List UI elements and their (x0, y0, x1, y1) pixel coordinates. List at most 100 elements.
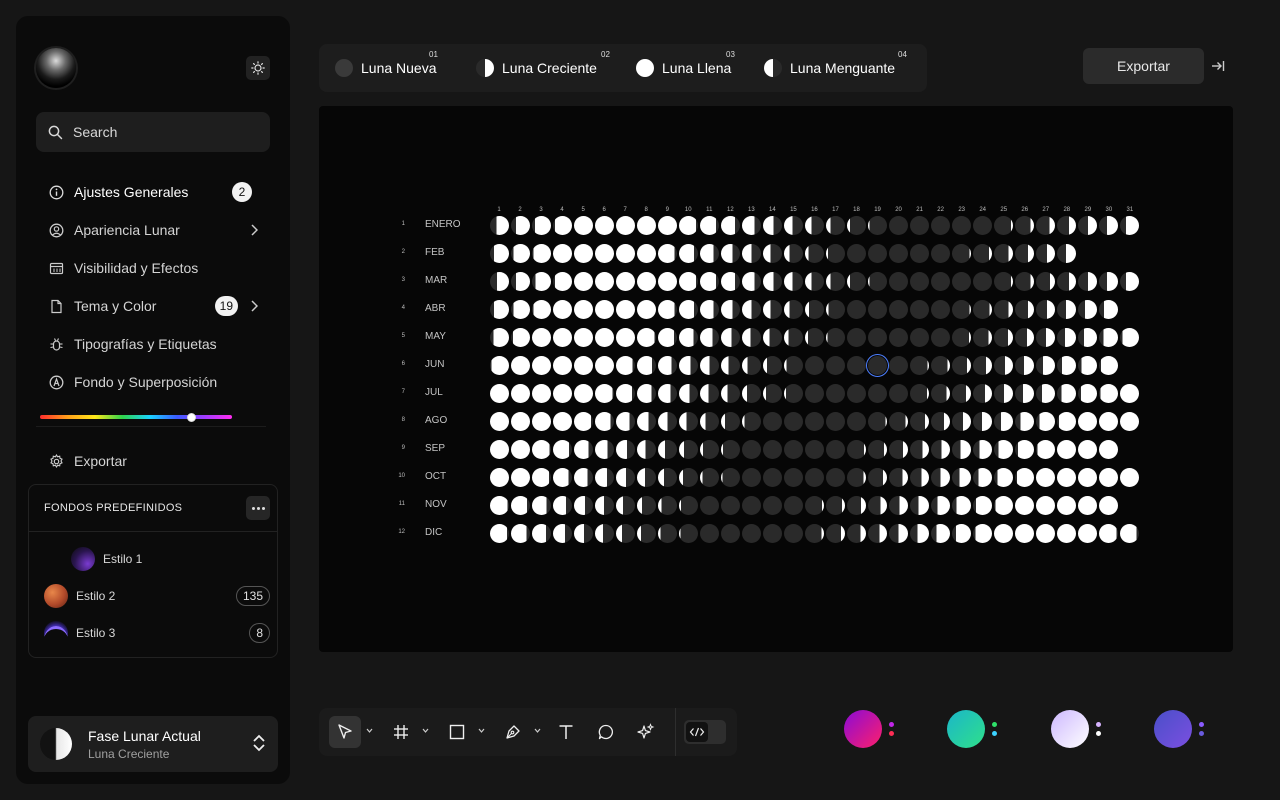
moon-phase-day[interactable] (531, 215, 551, 235)
moon-phase-day[interactable] (762, 355, 782, 375)
moon-phase-day[interactable] (825, 383, 845, 403)
moon-phase-day[interactable] (720, 355, 740, 375)
moon-phase-day[interactable] (889, 383, 909, 403)
moon-phase-day[interactable] (1120, 271, 1140, 291)
moon-phase-day[interactable] (804, 523, 824, 543)
moon-phase-day[interactable] (678, 467, 698, 487)
moon-phase-day[interactable] (699, 215, 719, 235)
moon-phase-day[interactable] (594, 383, 614, 403)
moon-phase-day[interactable] (825, 439, 845, 459)
moon-phase-day[interactable] (699, 355, 719, 375)
moon-phase-day[interactable] (720, 495, 740, 515)
moon-phase-day[interactable] (531, 271, 551, 291)
moon-phase-day[interactable] (552, 299, 572, 319)
moon-phase-day[interactable] (510, 243, 530, 263)
moon-phase-day[interactable] (1015, 523, 1035, 543)
moon-phase-day[interactable] (531, 383, 551, 403)
moon-phase-day[interactable] (699, 383, 719, 403)
moon-phase-day[interactable] (783, 439, 803, 459)
moon-phase-day[interactable] (636, 495, 656, 515)
moon-phase-day[interactable] (868, 439, 888, 459)
moon-phase-day[interactable] (636, 383, 656, 403)
moon-phase-day[interactable] (847, 271, 866, 291)
moon-phase-day[interactable] (931, 383, 951, 403)
moon-phase-day[interactable] (910, 495, 930, 515)
moon-phase-day[interactable] (1120, 467, 1140, 487)
moon-phase-day[interactable] (847, 495, 866, 515)
moon-phase-day[interactable] (1015, 215, 1035, 235)
moon-phase-day[interactable] (657, 467, 677, 487)
moon-phase-day[interactable] (531, 299, 551, 319)
moon-phase-day[interactable] (825, 467, 845, 487)
moon-phase-day[interactable] (931, 327, 951, 347)
moon-phase-day[interactable] (489, 411, 509, 431)
moon-phase-day[interactable] (973, 439, 993, 459)
moon-phase-day[interactable] (573, 523, 593, 543)
moon-phase-day[interactable] (657, 411, 677, 431)
moon-phase-day[interactable] (952, 467, 972, 487)
moon-phase-day[interactable] (910, 327, 930, 347)
moon-phase-day[interactable] (804, 467, 824, 487)
moon-phase-day[interactable] (720, 215, 740, 235)
select-tool-button[interactable] (329, 716, 361, 748)
moon-phase-day[interactable] (783, 467, 803, 487)
moon-phase-day[interactable] (910, 439, 930, 459)
moon-phase-day[interactable] (699, 327, 719, 347)
moon-phase-day[interactable] (1120, 327, 1140, 347)
tab-waning-moon[interactable]: 04 Luna Menguante (764, 44, 907, 92)
moon-phase-day[interactable] (952, 439, 972, 459)
moon-phase-day[interactable] (1120, 411, 1140, 431)
nav-item-theme-color[interactable]: Tema y Color 19 (36, 287, 270, 325)
moon-phase-day[interactable] (910, 299, 930, 319)
moon-phase-day[interactable] (741, 383, 761, 403)
moon-phase-day[interactable] (594, 467, 614, 487)
moon-phase-day[interactable] (847, 327, 866, 347)
moon-phase-day[interactable] (636, 467, 656, 487)
moon-phase-day[interactable] (615, 327, 635, 347)
tab-full-moon[interactable]: 03 Luna Llena (636, 44, 735, 92)
frame-tool-button[interactable] (389, 716, 413, 748)
moon-phase-day[interactable] (615, 495, 635, 515)
moon-phase-day[interactable] (678, 299, 698, 319)
color-palette-4[interactable] (1154, 710, 1244, 748)
moon-phase-day[interactable] (531, 327, 551, 347)
moon-phase-day[interactable] (994, 299, 1014, 319)
moon-phase-day[interactable] (720, 299, 740, 319)
nav-item-general-settings[interactable]: Ajustes Generales 2 (36, 173, 270, 211)
moon-phase-day[interactable] (847, 243, 866, 263)
caret-down-icon[interactable] (478, 728, 485, 733)
moon-phase-day[interactable] (720, 383, 740, 403)
moon-phase-day[interactable] (489, 523, 509, 543)
moon-phase-day[interactable] (1078, 271, 1098, 291)
moon-phase-day[interactable] (720, 243, 740, 263)
moon-phase-day[interactable] (510, 327, 530, 347)
moon-phase-day[interactable] (910, 243, 930, 263)
moon-phase-day[interactable] (889, 495, 909, 515)
moon-phase-day[interactable] (1036, 299, 1056, 319)
moon-phase-day[interactable] (847, 355, 866, 375)
moon-phase-day[interactable] (1099, 467, 1119, 487)
moon-phase-day[interactable] (931, 495, 951, 515)
moon-phase-day[interactable] (699, 243, 719, 263)
moon-phase-day[interactable] (636, 523, 656, 543)
moon-phase-day[interactable] (994, 467, 1014, 487)
moon-phase-day[interactable] (594, 523, 614, 543)
moon-phase-day[interactable] (910, 383, 930, 403)
moon-phase-day[interactable] (1078, 299, 1098, 319)
moon-phase-day[interactable] (741, 299, 761, 319)
moon-phase-day[interactable] (1099, 523, 1119, 543)
moon-phase-day[interactable] (1078, 467, 1098, 487)
moon-phase-day[interactable] (510, 411, 530, 431)
moon-phase-day[interactable] (573, 355, 593, 375)
moon-phase-day[interactable] (994, 439, 1014, 459)
moon-phase-day[interactable] (678, 271, 698, 291)
moon-phase-day[interactable] (825, 243, 845, 263)
moon-phase-day[interactable] (973, 299, 993, 319)
moon-phase-day[interactable] (573, 467, 593, 487)
moon-phase-day[interactable] (1057, 383, 1077, 403)
moon-phase-day[interactable] (1057, 243, 1077, 263)
moon-phase-day[interactable] (889, 467, 909, 487)
hue-slider-track[interactable] (40, 415, 232, 419)
moon-phase-day[interactable] (825, 411, 845, 431)
moon-phase-day[interactable] (531, 243, 551, 263)
